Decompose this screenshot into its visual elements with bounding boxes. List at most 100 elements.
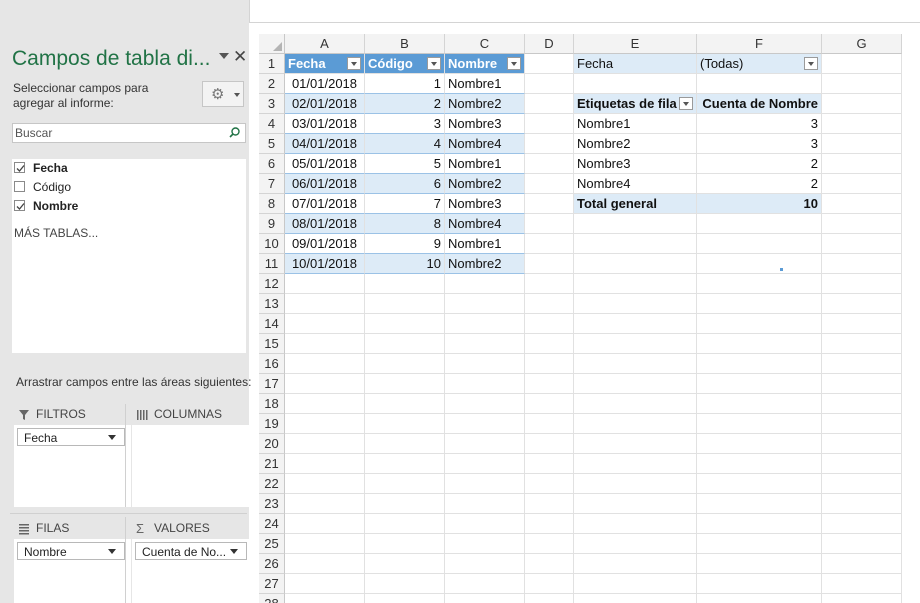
table-cell[interactable]: 5: [365, 154, 445, 174]
cell[interactable]: [525, 414, 574, 434]
cell[interactable]: [822, 174, 902, 194]
cell[interactable]: [285, 514, 365, 534]
cell[interactable]: [822, 274, 902, 294]
more-tables-link[interactable]: MÁS TABLAS...: [14, 226, 98, 240]
row-header-16[interactable]: 16: [259, 354, 285, 374]
cell[interactable]: [285, 414, 365, 434]
column-header-a[interactable]: A: [285, 34, 365, 54]
cell[interactable]: [525, 434, 574, 454]
cell[interactable]: [525, 374, 574, 394]
cell[interactable]: [365, 434, 445, 454]
cell[interactable]: [445, 394, 525, 414]
cell[interactable]: [285, 334, 365, 354]
cell[interactable]: [822, 254, 902, 274]
cell[interactable]: [445, 454, 525, 474]
cell[interactable]: [574, 454, 697, 474]
row-header-20[interactable]: 20: [259, 434, 285, 454]
cell[interactable]: [525, 354, 574, 374]
cell[interactable]: [697, 434, 822, 454]
select-all-button[interactable]: [259, 34, 285, 54]
row-header-2[interactable]: 2: [259, 74, 285, 94]
cell[interactable]: [445, 334, 525, 354]
pivot-row-value[interactable]: 3: [697, 114, 822, 134]
table-cell[interactable]: 01/01/2018: [285, 74, 365, 94]
cell[interactable]: [445, 534, 525, 554]
table-cell[interactable]: Nombre1: [445, 74, 525, 94]
pivot-row-value[interactable]: 2: [697, 174, 822, 194]
cell[interactable]: [525, 194, 574, 214]
cell[interactable]: [525, 394, 574, 414]
cell[interactable]: [574, 214, 697, 234]
cell[interactable]: [525, 494, 574, 514]
table-cell[interactable]: Nombre4: [445, 134, 525, 154]
cell[interactable]: [574, 74, 697, 94]
cell[interactable]: [365, 454, 445, 474]
table-cell[interactable]: 08/01/2018: [285, 214, 365, 234]
row-header-21[interactable]: 21: [259, 454, 285, 474]
cell[interactable]: [445, 314, 525, 334]
cell[interactable]: [285, 594, 365, 603]
row-header-9[interactable]: 9: [259, 214, 285, 234]
cell[interactable]: [525, 514, 574, 534]
filter-dropdown-icon[interactable]: [347, 57, 361, 70]
cell[interactable]: [697, 334, 822, 354]
row-header-11[interactable]: 11: [259, 254, 285, 274]
table-cell[interactable]: 03/01/2018: [285, 114, 365, 134]
row-header-15[interactable]: 15: [259, 334, 285, 354]
cell[interactable]: [525, 574, 574, 594]
table-header-nombre[interactable]: Nombre: [445, 54, 525, 74]
cell[interactable]: [574, 254, 697, 274]
cell[interactable]: [697, 594, 822, 603]
cell[interactable]: [822, 514, 902, 534]
chevron-down-icon[interactable]: [108, 435, 116, 440]
cell[interactable]: [697, 354, 822, 374]
cell[interactable]: [822, 474, 902, 494]
cell[interactable]: [697, 314, 822, 334]
table-cell[interactable]: Nombre3: [445, 114, 525, 134]
filter-dropdown-icon[interactable]: [427, 57, 441, 70]
table-cell[interactable]: 10/01/2018: [285, 254, 365, 274]
cell[interactable]: [525, 474, 574, 494]
cell[interactable]: [822, 534, 902, 554]
cell[interactable]: [365, 394, 445, 414]
row-header-1[interactable]: 1: [259, 54, 285, 74]
cell[interactable]: [574, 494, 697, 514]
table-cell[interactable]: 09/01/2018: [285, 234, 365, 254]
cell[interactable]: [697, 254, 822, 274]
pivot-total-label[interactable]: Total general: [574, 194, 697, 214]
chevron-down-icon[interactable]: [230, 549, 238, 554]
row-header-27[interactable]: 27: [259, 574, 285, 594]
pivot-filter-label[interactable]: Fecha: [574, 54, 697, 74]
cell[interactable]: [697, 554, 822, 574]
cell[interactable]: [525, 134, 574, 154]
cell[interactable]: [525, 114, 574, 134]
row-header-12[interactable]: 12: [259, 274, 285, 294]
pivot-row-labels-header[interactable]: Etiquetas de fila: [574, 94, 697, 114]
column-header-c[interactable]: C: [445, 34, 525, 54]
cell[interactable]: [822, 594, 902, 603]
row-header-18[interactable]: 18: [259, 394, 285, 414]
cell[interactable]: [445, 494, 525, 514]
cell[interactable]: [822, 154, 902, 174]
cell[interactable]: [697, 414, 822, 434]
cell[interactable]: [822, 294, 902, 314]
table-cell[interactable]: 05/01/2018: [285, 154, 365, 174]
cell[interactable]: [574, 574, 697, 594]
pivot-row-label[interactable]: Nombre1: [574, 114, 697, 134]
cell[interactable]: [574, 314, 697, 334]
cell[interactable]: [285, 534, 365, 554]
cell[interactable]: [822, 74, 902, 94]
table-cell[interactable]: 3: [365, 114, 445, 134]
pane-options-chevron-down-icon[interactable]: [219, 53, 229, 59]
cell[interactable]: [525, 154, 574, 174]
cell[interactable]: [525, 274, 574, 294]
cell[interactable]: [285, 474, 365, 494]
table-cell[interactable]: 06/01/2018: [285, 174, 365, 194]
cell[interactable]: [445, 374, 525, 394]
table-cell[interactable]: Nombre1: [445, 154, 525, 174]
table-cell[interactable]: 07/01/2018: [285, 194, 365, 214]
cell[interactable]: [574, 514, 697, 534]
row-header-28[interactable]: 28: [259, 594, 285, 603]
search-icon[interactable]: [229, 127, 240, 138]
cell[interactable]: [525, 554, 574, 574]
